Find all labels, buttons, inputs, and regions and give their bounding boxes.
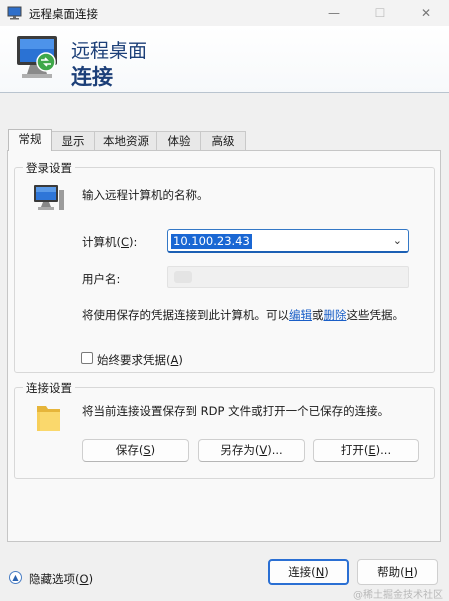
username-field bbox=[167, 266, 409, 288]
help-button[interactable]: 帮助(H) bbox=[357, 559, 438, 585]
header-title-line1: 远程桌面 bbox=[71, 40, 148, 62]
general-tab-panel: 登录设置 输入远程计算机的名称。 计算机(C): 10.100.23.43 ⌄ … bbox=[7, 150, 441, 542]
login-settings-group: 登录设置 输入远程计算机的名称。 计算机(C): 10.100.23.43 ⌄ … bbox=[14, 160, 435, 373]
tab-general[interactable]: 常规 bbox=[8, 129, 52, 151]
connect-button[interactable]: 连接(N) bbox=[268, 559, 349, 585]
always-ask-checkbox[interactable] bbox=[81, 352, 93, 364]
window-title: 远程桌面连接 bbox=[29, 7, 98, 21]
tab-local-resources-label: 本地资源 bbox=[103, 134, 149, 148]
tab-general-label: 常规 bbox=[18, 132, 42, 146]
login-settings-title: 登录设置 bbox=[23, 160, 75, 176]
computer-combobox[interactable]: 10.100.23.43 ⌄ bbox=[167, 229, 409, 253]
edit-credentials-link[interactable]: 编辑 bbox=[289, 308, 312, 322]
username-label: 用户名: bbox=[82, 272, 121, 286]
delete-credentials-link[interactable]: 删除 bbox=[324, 308, 347, 322]
computer-value: 10.100.23.43 bbox=[171, 234, 252, 249]
tab-display-label: 显示 bbox=[61, 134, 85, 148]
connection-settings-group: 连接设置 将当前连接设置保存到 RDP 文件或打开一个已保存的连接。 保存(S)… bbox=[14, 380, 435, 479]
maximize-button[interactable]: ☐ bbox=[357, 0, 403, 26]
login-instruction: 输入远程计算机的名称。 bbox=[82, 188, 209, 202]
username-redacted bbox=[174, 271, 192, 283]
tab-experience[interactable]: 体验 bbox=[156, 131, 202, 150]
always-ask-label[interactable]: 始终要求凭据(A) bbox=[97, 352, 183, 368]
tab-advanced-label: 高级 bbox=[211, 134, 235, 148]
header-banner: 远程桌面 连接 bbox=[0, 26, 449, 93]
tab-experience-label: 体验 bbox=[167, 134, 191, 148]
header-title-line2: 连接 bbox=[71, 65, 113, 89]
remote-monitor-icon bbox=[17, 36, 57, 78]
watermark: @稀土掘金技术社区 bbox=[353, 590, 443, 601]
credentials-info: 将使用保存的凭据连接到此计算机。可以编辑或删除这些凭据。 bbox=[82, 308, 404, 322]
close-button[interactable]: ✕ bbox=[403, 0, 449, 26]
save-as-button[interactable]: 另存为(V)... bbox=[198, 439, 305, 462]
open-button[interactable]: 打开(E)... bbox=[313, 439, 419, 462]
minimize-icon: — bbox=[328, 6, 340, 20]
chevron-up-icon[interactable]: ▲ bbox=[9, 571, 22, 584]
computer-label: 计算机(C): bbox=[82, 235, 138, 249]
hide-options-toggle[interactable]: 隐藏选项(O) bbox=[29, 571, 93, 587]
maximize-icon: ☐ bbox=[374, 6, 386, 20]
title-bar: 远程桌面连接 — ☐ ✕ bbox=[0, 0, 449, 26]
minimize-button[interactable]: — bbox=[311, 0, 357, 26]
tab-advanced[interactable]: 高级 bbox=[200, 131, 246, 150]
remote-desktop-app-icon bbox=[7, 6, 22, 20]
connection-settings-title: 连接设置 bbox=[23, 380, 75, 396]
folder-icon bbox=[37, 406, 60, 431]
computer-icon bbox=[34, 185, 64, 210]
save-button[interactable]: 保存(S) bbox=[82, 439, 189, 462]
connection-instruction: 将当前连接设置保存到 RDP 文件或打开一个已保存的连接。 bbox=[82, 404, 390, 418]
tab-local-resources[interactable]: 本地资源 bbox=[94, 131, 158, 150]
chevron-down-icon[interactable]: ⌄ bbox=[393, 234, 402, 247]
tab-display[interactable]: 显示 bbox=[50, 131, 96, 150]
close-icon: ✕ bbox=[420, 6, 432, 20]
